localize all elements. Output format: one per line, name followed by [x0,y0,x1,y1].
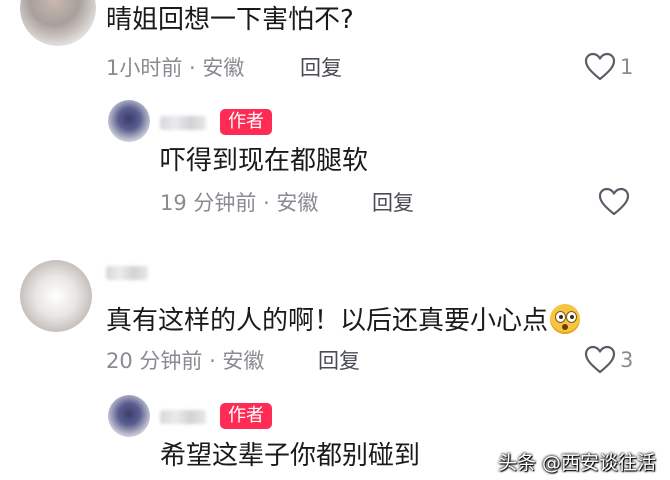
reply-text: 吓得到现在都腿软 [160,146,369,176]
author-badge: 作者 [220,109,272,135]
heart-outline-icon [584,52,616,81]
like-button[interactable]: 3 [584,345,633,375]
author-badge: 作者 [220,403,272,429]
author-avatar[interactable] [108,395,150,437]
like-count: 3 [620,348,634,372]
like-count: 1 [620,55,634,79]
comment-meta: 1小时前 · 安徽 [106,56,245,80]
heart-outline-icon [584,345,616,374]
comment-text-body: 真有这样的人的啊！以后还真要小心点 [106,306,549,336]
astonished-face-emoji [550,304,581,334]
commenter-avatar[interactable] [20,0,96,46]
comment-text: 真有这样的人的啊！以后还真要小心点 [106,304,581,337]
commenter-name-blurred[interactable] [106,266,148,280]
reply-meta: 19 分钟前 · 安徽 [160,191,319,215]
reply-button[interactable]: 回复 [318,348,360,374]
watermark: 头条 @西安谈往活 [498,452,657,474]
author-name-blurred[interactable] [160,410,206,424]
comment-text: 晴姐回想一下害怕不? [106,5,354,35]
author-avatar[interactable] [108,100,150,142]
comment-meta: 20 分钟前 · 安徽 [106,349,265,373]
like-button[interactable] [598,187,630,217]
like-button[interactable]: 1 [584,52,633,82]
reply-button[interactable]: 回复 [372,190,414,216]
reply-text: 希望这辈子你都别碰到 [160,441,421,471]
reply-button[interactable]: 回复 [300,55,342,81]
author-name-blurred[interactable] [160,116,206,130]
heart-outline-icon [598,187,630,216]
commenter-avatar[interactable] [20,260,92,332]
